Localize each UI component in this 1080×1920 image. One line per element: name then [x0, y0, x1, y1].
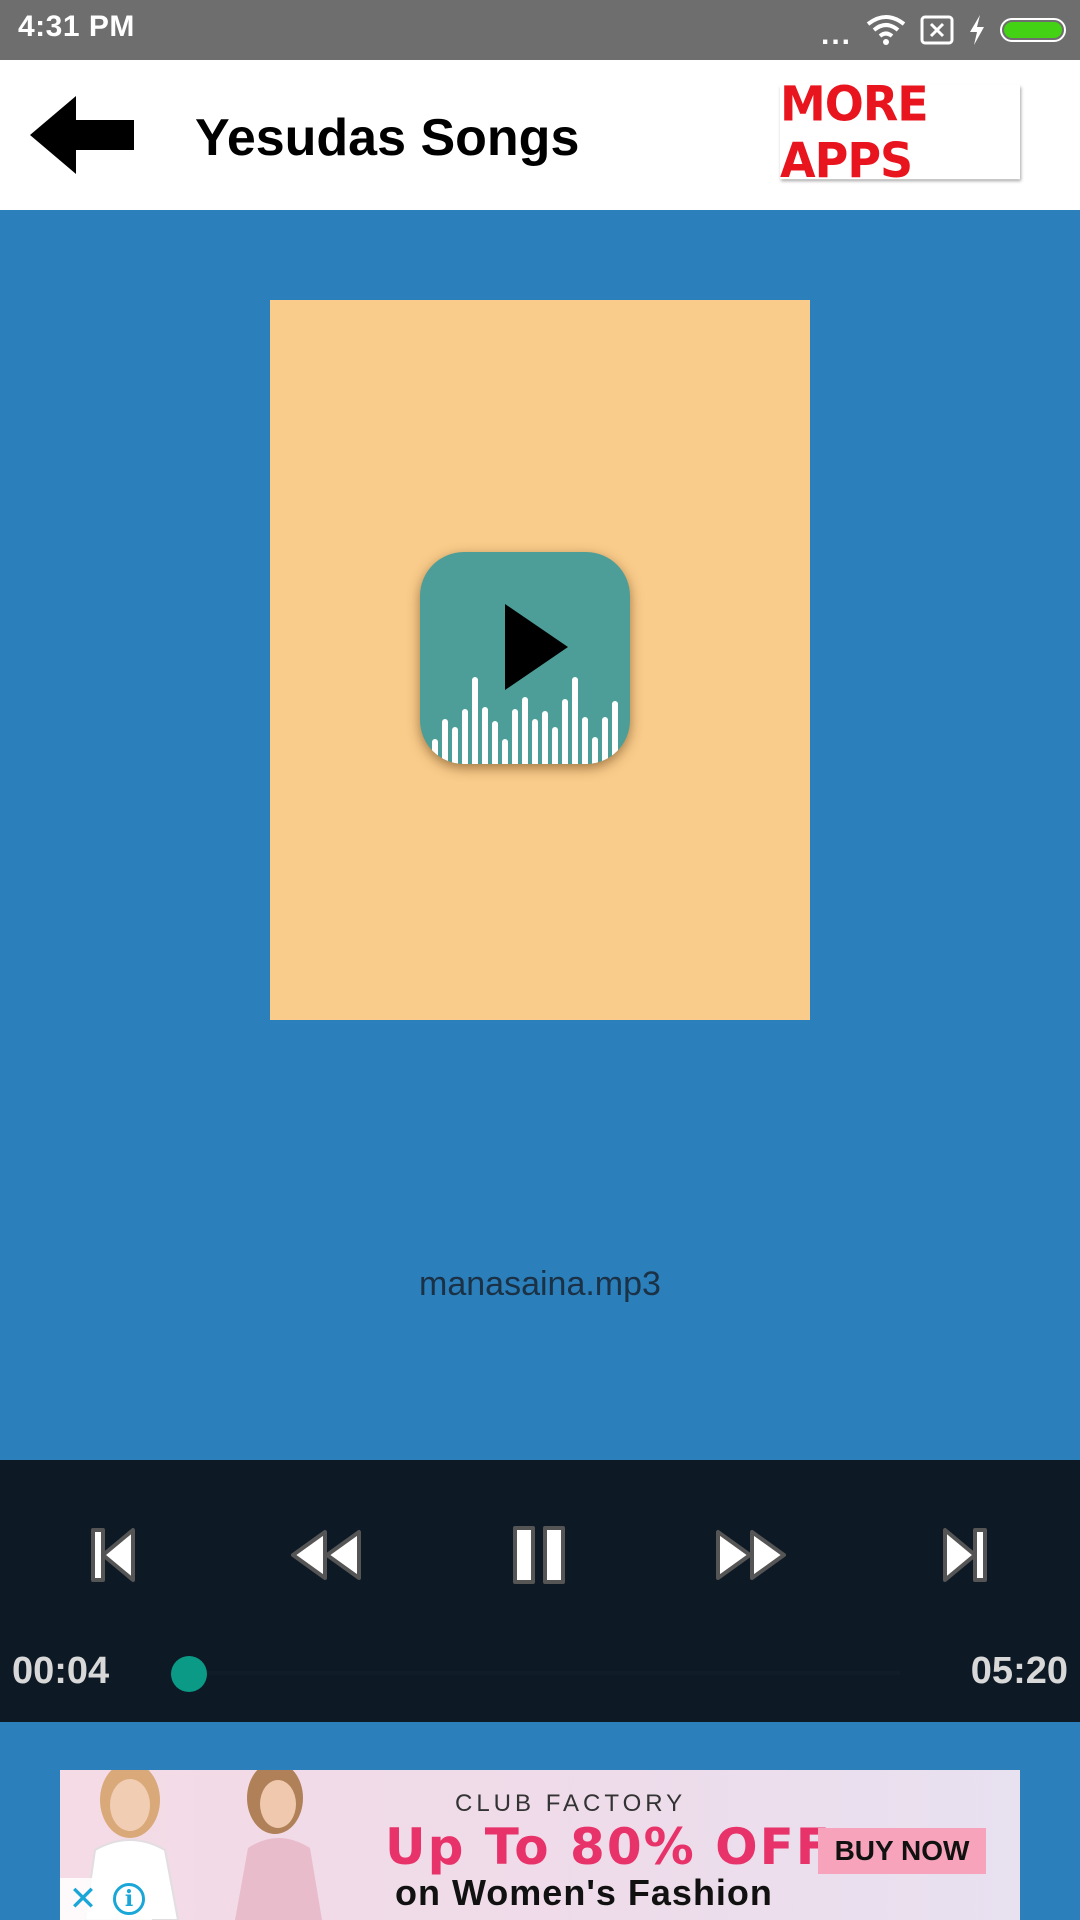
total-time: 05:20 — [970, 1650, 1068, 1692]
wifi-icon — [866, 15, 906, 45]
play-equalizer-icon — [420, 552, 630, 764]
app-bar: Yesudas Songs MORE APPS — [0, 60, 1080, 210]
ad-headline: Up To 80% OFF — [385, 1818, 832, 1876]
player-controls: 00:04 05:20 — [0, 1460, 1080, 1722]
status-icons: ... — [821, 10, 1066, 50]
equalizer-graphic — [432, 604, 618, 764]
battery-level — [1004, 22, 1062, 38]
ad-brand: CLUB FACTORY — [455, 1790, 687, 1817]
rewind-icon[interactable] — [285, 1520, 365, 1590]
fast-forward-icon[interactable] — [712, 1520, 792, 1590]
notification-dots: ... — [820, 18, 852, 51]
pause-icon[interactable] — [500, 1520, 580, 1590]
seek-bar[interactable] — [180, 1671, 900, 1675]
buy-now-button[interactable]: BUY NOW — [818, 1828, 986, 1874]
battery-icon — [1000, 18, 1066, 42]
ad-close-icon[interactable]: ✕ — [60, 1878, 106, 1920]
back-arrow-icon[interactable] — [28, 88, 138, 183]
ad-info-glyph: i — [113, 1883, 145, 1915]
current-time: 00:04 — [12, 1650, 110, 1692]
charging-icon — [970, 15, 984, 45]
skip-next-icon[interactable] — [925, 1520, 1005, 1590]
no-sim-icon — [920, 15, 954, 45]
track-name: manasaina.mp3 — [419, 1265, 661, 1303]
skip-previous-icon[interactable] — [73, 1520, 153, 1590]
seek-thumb[interactable] — [171, 1656, 207, 1692]
ad-subline: on Women's Fashion — [395, 1872, 773, 1913]
status-time: 4:31 PM — [18, 10, 135, 43]
ad-info-icon[interactable]: i — [106, 1878, 152, 1920]
ad-choices: ✕ i — [60, 1878, 152, 1920]
page-title: Yesudas Songs — [195, 109, 580, 167]
more-apps-button[interactable]: MORE APPS — [780, 75, 1020, 189]
ad-banner[interactable]: CLUB FACTORY Up To 80% OFF on Women's Fa… — [60, 1770, 1020, 1920]
status-bar: 4:31 PM ... — [0, 0, 1080, 60]
album-art — [270, 300, 810, 1020]
